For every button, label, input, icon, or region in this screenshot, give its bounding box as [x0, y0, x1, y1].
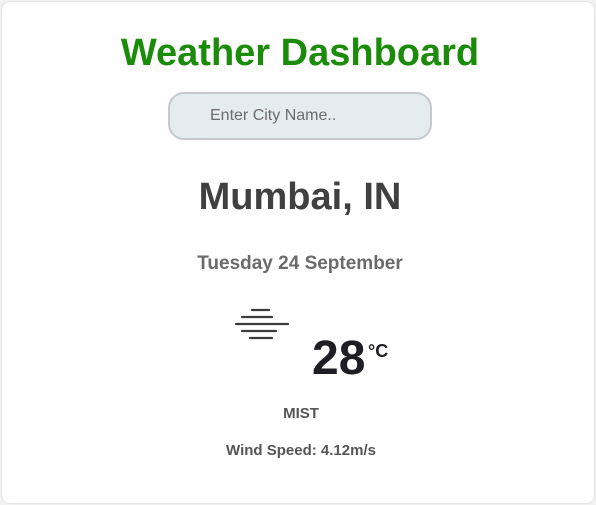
page-title: Weather Dashboard [120, 32, 480, 74]
current-date: Tuesday 24 September [197, 253, 403, 274]
weather-description: MIST [283, 405, 319, 422]
city-name: Mumbai, IN [198, 176, 402, 218]
temperature-unit: °C [368, 341, 389, 361]
mist-icon [234, 308, 290, 340]
city-search-input[interactable] [168, 92, 432, 140]
wind-speed: Wind Speed: 4.12m/s [226, 442, 376, 459]
temperature-value: 28 [312, 332, 366, 385]
